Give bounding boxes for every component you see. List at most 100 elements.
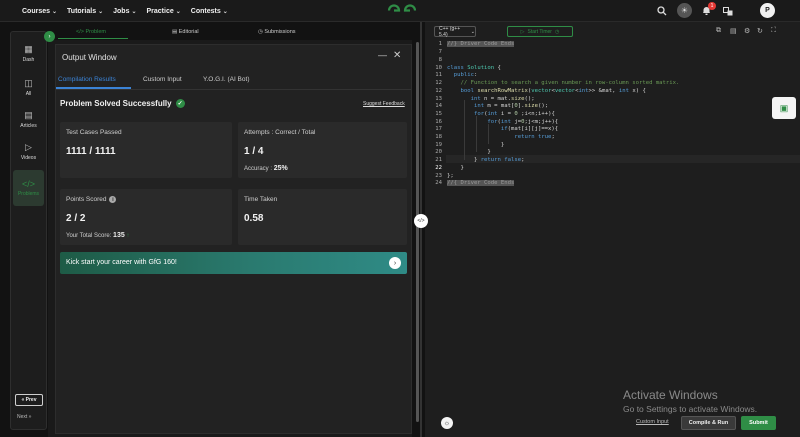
tab-problem[interactable]: </> Problem bbox=[76, 29, 106, 35]
resize-handle-icon[interactable]: </> bbox=[414, 214, 428, 228]
start-timer-button[interactable]: ▷ Start Timer ◷ bbox=[507, 26, 573, 37]
avatar[interactable]: P bbox=[760, 3, 775, 18]
points-card: Points Scored i 2 / 2 Your Total Score: 1… bbox=[60, 189, 232, 245]
code-line: 24//{ Driver Code Ends bbox=[435, 180, 515, 186]
info-icon[interactable]: i bbox=[109, 196, 117, 203]
panel-scrollbar[interactable] bbox=[416, 42, 419, 422]
tab-yogi-ai-bot[interactable]: Y.O.G.I. (AI Bot) bbox=[203, 76, 249, 83]
sidebar-item-articles[interactable]: ▤ Articles bbox=[13, 104, 44, 134]
grid-icon: ◫ bbox=[24, 77, 33, 88]
sidebar-item-label: All bbox=[25, 90, 32, 97]
chevron-down-icon: ⌄ bbox=[470, 28, 475, 35]
total-score-row: Your Total Score: 135 ↑ bbox=[66, 232, 129, 239]
copy-icon[interactable]: ⧉ bbox=[716, 27, 721, 35]
chevron-down-icon: ⌄ bbox=[175, 8, 181, 15]
minimize-icon[interactable]: — bbox=[378, 50, 387, 60]
check-circle-icon: ✓ bbox=[175, 99, 185, 108]
code-line: 11 public: bbox=[435, 72, 478, 78]
prev-button[interactable]: « Prev bbox=[15, 394, 43, 406]
nav-courses[interactable]: Courses ⌄ bbox=[22, 8, 57, 15]
theme-toggle-icon[interactable]: ☀ bbox=[677, 3, 692, 18]
settings-icon[interactable]: ⚙ bbox=[744, 27, 750, 35]
sidebar-item-label: Articles bbox=[20, 122, 37, 129]
code-line: 1//} Driver Code Ends bbox=[438, 41, 515, 47]
status-text: Problem Solved Successfully bbox=[60, 99, 172, 108]
code-line: 15 for(int i = 0 ;i<n;i++){ bbox=[435, 111, 555, 117]
accuracy-row: Accuracy : 25% bbox=[244, 165, 288, 172]
sidebar-item-dash[interactable]: ▦ Dash bbox=[13, 38, 44, 68]
code-line: 21 } return false; bbox=[435, 157, 525, 163]
active-tab-indicator bbox=[56, 87, 131, 89]
play-icon: ▷ bbox=[520, 28, 525, 35]
close-icon[interactable]: ✕ bbox=[393, 50, 401, 61]
top-navbar: Courses ⌄ Tutorials ⌄ Jobs ⌄ Practice ⌄ Cont… bbox=[0, 0, 800, 22]
tabs-divider bbox=[56, 89, 411, 90]
code-area[interactable]: 1//} Driver Code Ends 7 8 10 class Soluti… bbox=[428, 40, 800, 190]
gfg-logo[interactable] bbox=[386, 2, 418, 19]
code-line: 22 } bbox=[435, 165, 464, 171]
chevron-down-icon: ⌄ bbox=[98, 8, 104, 15]
custom-input-link[interactable]: Custom Input bbox=[636, 419, 669, 425]
sidebar-item-label: Videos bbox=[20, 154, 37, 161]
total-score-label: Your Total Score: bbox=[66, 233, 112, 239]
tab-editorial[interactable]: ▤ Editorial bbox=[172, 29, 199, 35]
language-select[interactable]: C++ (g++ 5.4) ⌄ bbox=[434, 26, 476, 38]
submit-button[interactable]: Submit bbox=[741, 416, 776, 430]
reset-icon[interactable]: ↻ bbox=[757, 27, 763, 35]
nav-tutorials[interactable]: Tutorials ⌄ bbox=[67, 8, 103, 15]
compile-run-button[interactable]: Compile & Run bbox=[681, 416, 736, 430]
attempts-card: Attempts : Correct / Total 1 / 4 Accurac… bbox=[238, 122, 407, 178]
nav-jobs[interactable]: Jobs ⌄ bbox=[113, 8, 136, 15]
start-timer-label: Start Timer bbox=[527, 28, 552, 35]
timer-icon: ◷ bbox=[554, 28, 560, 35]
notification-badge: 1 bbox=[708, 2, 716, 10]
test-cases-card: Test Cases Passed 1111 / 1111 bbox=[60, 122, 232, 178]
chat-icon[interactable]: ▣ bbox=[772, 97, 796, 119]
sidebar-item-videos[interactable]: ▷ Videos bbox=[13, 136, 44, 166]
chevron-right-icon[interactable]: › bbox=[389, 257, 401, 269]
activate-windows-subtitle: Go to Settings to activate Windows. bbox=[623, 404, 758, 414]
chevron-right-icon[interactable]: › bbox=[44, 31, 55, 42]
code-line: 12 // Function to search a given number … bbox=[435, 80, 680, 86]
arrow-up-icon: ↑ bbox=[126, 233, 130, 239]
nav-practice[interactable]: Practice ⌄ bbox=[147, 8, 181, 15]
sidebar-item-problems[interactable]: </> Problems bbox=[13, 170, 44, 206]
output-window: Output Window — ✕ Compilation Results Cu… bbox=[55, 44, 412, 434]
card-label: Attempts : Correct / Total bbox=[244, 129, 316, 136]
panel-divider[interactable] bbox=[420, 22, 422, 437]
tab-custom-input[interactable]: Custom Input bbox=[143, 76, 182, 83]
dashboard-icon: ▦ bbox=[24, 43, 33, 54]
total-score-value: 135 bbox=[113, 232, 125, 239]
time-value: 0.58 bbox=[244, 213, 264, 224]
code-line: 14 int m = mat[0].size(); bbox=[435, 103, 549, 109]
code-line: 17 if(mat[i][j]==x){ bbox=[435, 126, 559, 132]
code-line: 18 return true; bbox=[435, 134, 555, 140]
nav-contests[interactable]: Contests ⌄ bbox=[191, 8, 228, 15]
tab-submissions-label: Submissions bbox=[264, 29, 296, 35]
attempts-value: 1 / 4 bbox=[244, 146, 264, 157]
file-icon[interactable]: ▤ bbox=[730, 27, 737, 35]
chevron-down-icon: ⌄ bbox=[222, 8, 228, 15]
sidebar-item-label: Dash bbox=[22, 56, 35, 63]
card-label: Time Taken bbox=[244, 196, 278, 203]
promo-text: Kick start your career with GfG 160! bbox=[66, 259, 177, 266]
sidebar-item-all[interactable]: ◫ All bbox=[13, 72, 44, 102]
tab-compilation-results[interactable]: Compilation Results bbox=[58, 76, 116, 83]
tab-submissions[interactable]: ◷ Submissions bbox=[258, 29, 296, 35]
next-button[interactable]: Next » bbox=[17, 414, 31, 420]
code-line: 7 bbox=[438, 49, 442, 55]
code-line: 12 bool searchRowMatrix(vector<vector<in… bbox=[435, 88, 646, 94]
fullscreen-icon[interactable]: ⛶ bbox=[771, 27, 776, 35]
active-tab-indicator bbox=[58, 38, 128, 39]
search-icon[interactable] bbox=[656, 4, 668, 18]
card-label-row: Points Scored i bbox=[66, 196, 117, 203]
gfg160-promo-banner[interactable]: Kick start your career with GfG 160! › bbox=[60, 252, 407, 274]
card-label: Points Scored bbox=[66, 196, 107, 203]
translate-icon[interactable] bbox=[722, 4, 734, 18]
suggest-feedback-link[interactable]: Suggest Feedback bbox=[363, 101, 405, 107]
book-icon: ▤ bbox=[24, 109, 33, 120]
lightbulb-icon[interactable]: ☼ bbox=[441, 417, 453, 429]
accuracy-value: 25% bbox=[273, 165, 288, 172]
time-card: Time Taken 0.58 bbox=[238, 189, 407, 245]
video-icon: ▷ bbox=[25, 141, 32, 152]
